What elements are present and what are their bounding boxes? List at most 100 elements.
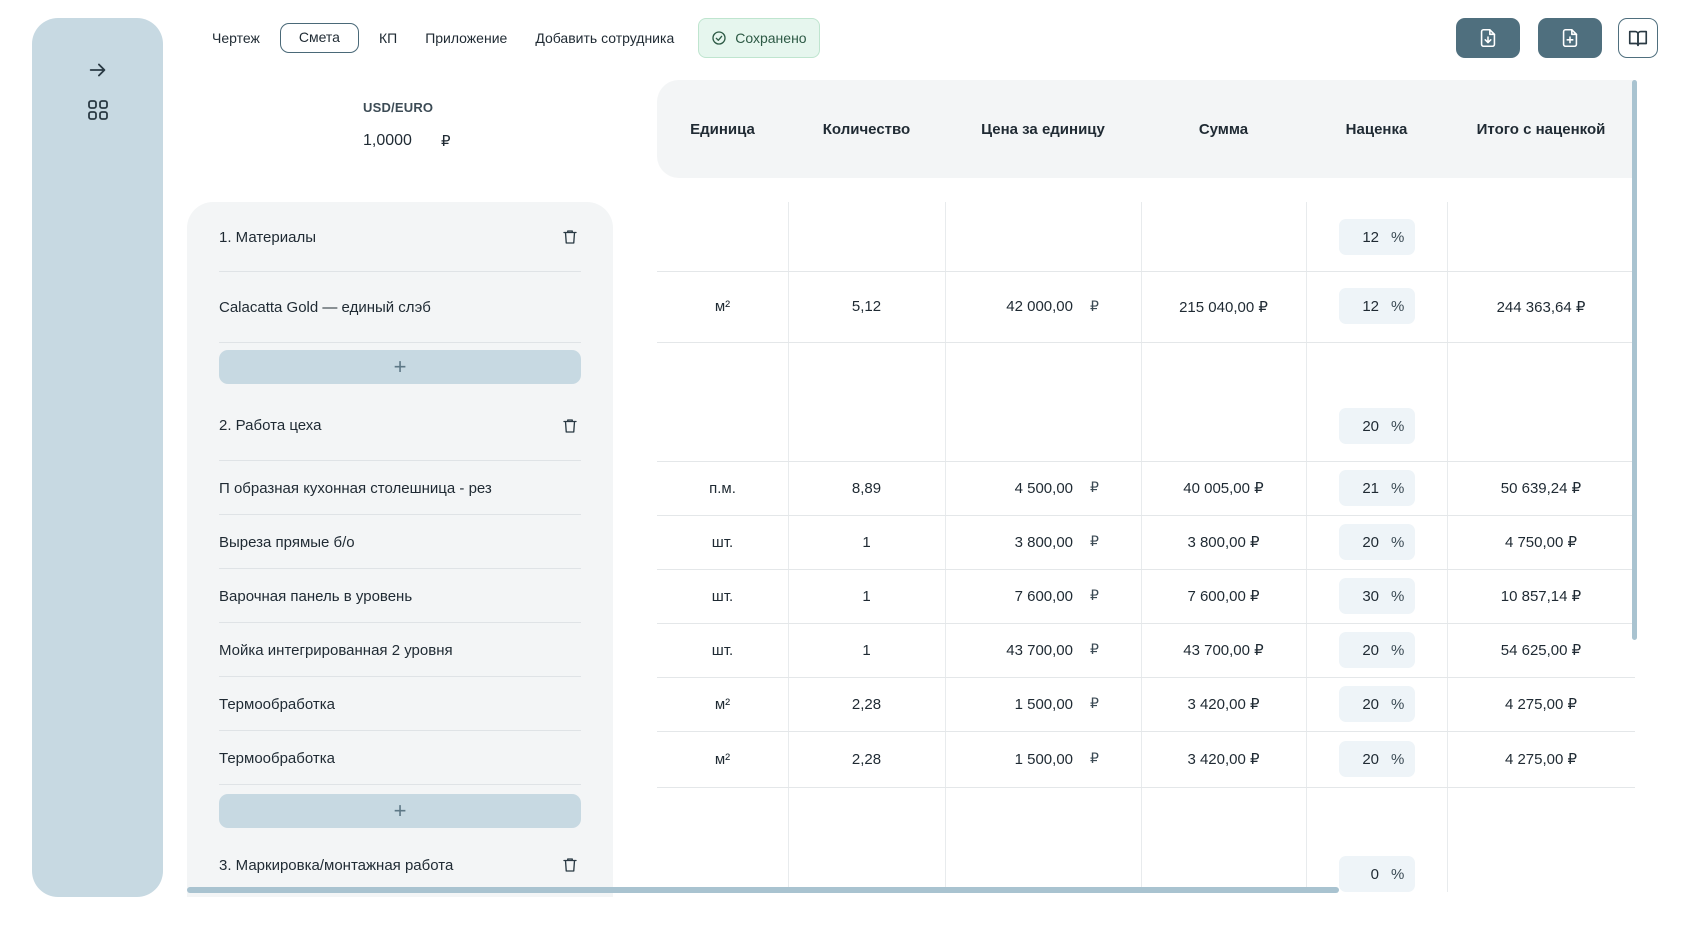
cell-unit: шт. (711, 533, 734, 551)
book-open-icon (1628, 30, 1648, 47)
markup-input[interactable]: 30% (1339, 578, 1415, 614)
trash-icon[interactable] (559, 415, 581, 437)
column-divider (1306, 202, 1307, 892)
saved-status-badge: Сохранено (698, 18, 820, 58)
cell-unit-price[interactable]: 43 700,00 (945, 623, 1073, 677)
list-item[interactable]: Мойка интегрированная 2 уровня (219, 623, 581, 677)
section-title: 2. Работа цеха (219, 417, 322, 434)
cell-unit-price[interactable]: 7 600,00 (945, 569, 1073, 623)
horizontal-scrollbar[interactable] (187, 887, 1339, 893)
currency-label: USD/EURO (363, 100, 434, 115)
cell-quantity[interactable]: 1 (788, 515, 945, 569)
list-item[interactable]: Варочная панель в уровень (219, 569, 581, 623)
currency-symbol: ₽ (1090, 695, 1099, 711)
cell-sum: 40 005,00 ₽ (1183, 480, 1264, 497)
cell-sum: 3 420,00 ₽ (1187, 696, 1260, 713)
export-file-button[interactable] (1456, 18, 1520, 58)
item-name: Мойка интегрированная 2 уровня (219, 641, 453, 659)
currency-symbol: ₽ (1090, 641, 1099, 657)
currency-symbol: ₽ (441, 133, 451, 150)
section-header: 1. Материалы (219, 202, 581, 272)
tab-add-employee[interactable]: Добавить сотрудника (521, 23, 688, 53)
cell-total: 10 857,14 ₽ (1500, 588, 1582, 605)
cell-unit: м² (714, 298, 731, 315)
markup-input[interactable]: 20% (1339, 524, 1415, 560)
section-header: 2. Работа цеха (219, 390, 581, 461)
currency-symbol: ₽ (1090, 479, 1099, 495)
grid-icon[interactable] (84, 96, 112, 124)
section-markup-input[interactable]: 0% (1339, 856, 1415, 892)
currency-symbol: ₽ (1090, 533, 1099, 549)
add-item-button[interactable]: + (219, 794, 581, 828)
cell-quantity[interactable]: 2,28 (788, 677, 945, 731)
cell-unit-price[interactable]: 42 000,00 (945, 271, 1073, 342)
cell-quantity[interactable]: 1 (788, 569, 945, 623)
item-name: Варочная панель в уровень (219, 587, 413, 605)
currency-symbol: ₽ (1090, 750, 1099, 766)
vertical-scrollbar[interactable] (1632, 80, 1637, 640)
list-item[interactable]: Выреза прямые б/о (219, 515, 581, 569)
cell-total: 4 275,00 ₽ (1504, 751, 1578, 768)
cell-quantity[interactable]: 2,28 (788, 731, 945, 787)
add-item-button[interactable]: + (219, 350, 581, 384)
arrow-right-icon[interactable] (84, 56, 112, 84)
cell-total: 4 275,00 ₽ (1504, 696, 1578, 713)
list-item[interactable]: Термообработка (219, 731, 581, 785)
cell-unit-price[interactable]: 1 500,00 (945, 731, 1073, 787)
column-header-total: Итого с наценкой (1476, 120, 1606, 138)
cell-unit-price[interactable]: 3 800,00 (945, 515, 1073, 569)
section-title: 3. Маркировка/монтажная работа (219, 856, 454, 874)
list-item[interactable]: Calacatta Gold — единый слэб (219, 272, 581, 343)
tab-appendix[interactable]: Приложение (411, 23, 521, 53)
file-add-icon (1562, 28, 1578, 48)
cell-total: 50 639,24 ₽ (1500, 480, 1582, 497)
list-item[interactable]: П образная кухонная столешница - рез (219, 461, 581, 515)
cell-quantity[interactable]: 5,12 (788, 271, 945, 342)
tab-estimate[interactable]: Смета (279, 23, 359, 53)
trash-icon[interactable] (559, 226, 581, 248)
estimate-items-panel: 1. Материалы Calacatta Gold — единый слэ… (187, 202, 613, 897)
cell-sum: 3 420,00 ₽ (1187, 751, 1260, 768)
cell-unit: м² (714, 750, 731, 768)
cell-sum: 43 700,00 ₽ (1183, 642, 1264, 659)
trash-icon[interactable] (559, 854, 581, 876)
sidebar (32, 18, 163, 897)
item-name: Термообработка (219, 749, 335, 767)
cell-unit-price[interactable]: 4 500,00 (945, 461, 1073, 515)
tab-drawing[interactable]: Чертеж (198, 23, 274, 53)
row-divider (657, 342, 1635, 343)
markup-input[interactable]: 21% (1339, 470, 1415, 506)
section-header: 3. Маркировка/монтажная работа (219, 838, 581, 892)
markup-input[interactable]: 12% (1339, 288, 1415, 324)
currency-rate-value[interactable]: 1,0000 (363, 132, 412, 150)
markup-input[interactable]: 20% (1339, 686, 1415, 722)
list-item[interactable]: Термообработка (219, 677, 581, 731)
section-markup-input[interactable]: 20% (1339, 408, 1415, 444)
item-name: П образная кухонная столешница - рез (219, 479, 492, 497)
tab-kp[interactable]: КП (365, 23, 411, 53)
book-button[interactable] (1618, 18, 1658, 58)
add-file-button[interactable] (1538, 18, 1602, 58)
column-header-sum: Сумма (1198, 120, 1249, 138)
markup-input[interactable]: 20% (1339, 632, 1415, 668)
cell-sum: 7 600,00 ₽ (1187, 588, 1260, 605)
markup-input[interactable]: 20% (1339, 741, 1415, 777)
cell-unit: шт. (711, 587, 734, 605)
column-header-unit-price: Цена за единицу (981, 120, 1105, 138)
cell-unit: п.м. (709, 479, 736, 497)
cell-unit: шт. (711, 641, 734, 659)
currency-symbol: ₽ (1090, 587, 1099, 603)
column-header-quantity: Количество (822, 120, 911, 138)
section-markup-input[interactable]: 12% (1339, 219, 1415, 255)
cell-sum: 215 040,00 ₽ (1179, 298, 1268, 316)
cell-total: 4 750,00 ₽ (1504, 534, 1578, 551)
item-name: Выреза прямые б/о (219, 533, 355, 551)
cell-sum: 3 800,00 ₽ (1187, 534, 1260, 551)
cell-quantity[interactable]: 1 (788, 623, 945, 677)
item-name: Calacatta Gold — единый слэб (219, 299, 431, 316)
cell-unit-price[interactable]: 1 500,00 (945, 677, 1073, 731)
column-header-markup: Наценка (1345, 120, 1408, 138)
cell-quantity[interactable]: 8,89 (788, 461, 945, 515)
column-header-unit: Единица (690, 120, 755, 138)
item-name: Термообработка (219, 695, 335, 713)
